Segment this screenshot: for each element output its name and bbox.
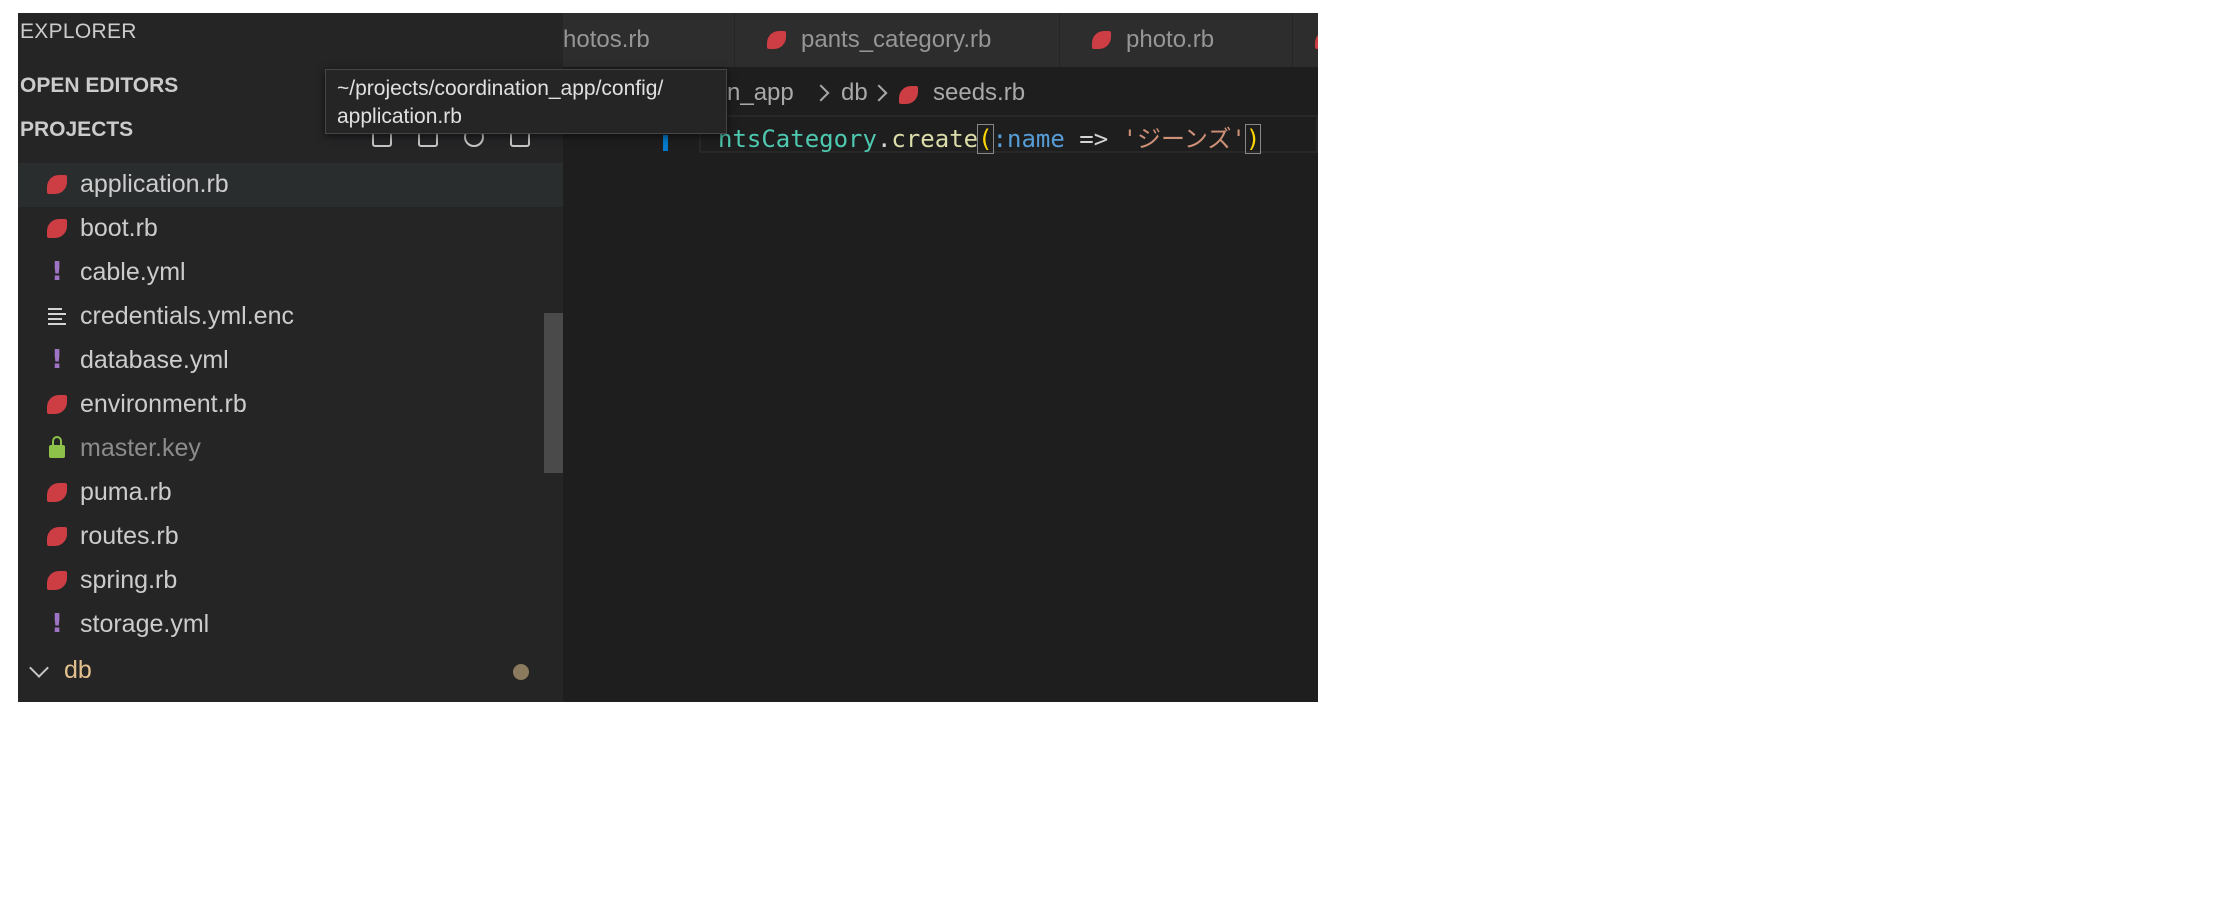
breadcrumb-item-file[interactable]: seeds.rb	[933, 79, 1025, 107]
ruby-file-icon	[1315, 31, 1318, 49]
code-string: 'ジーンズ'	[1122, 125, 1246, 153]
file-row-puma-rb[interactable]: puma.rb	[18, 471, 563, 515]
breadcrumb-separator-icon	[812, 84, 830, 102]
ruby-file-icon	[44, 171, 70, 197]
file-name: boot.rb	[80, 214, 158, 242]
tab-pants-category-rb[interactable]: pants_category.rb	[735, 13, 1060, 67]
code-class-name: ntsCategory	[718, 125, 877, 153]
sidebar-scrollbar[interactable]	[544, 313, 563, 473]
yaml-file-icon: !	[51, 345, 63, 375]
tab-photo-rb[interactable]: photo.rb	[1060, 13, 1293, 67]
file-name: environment.rb	[80, 390, 247, 418]
code-dot: .	[876, 125, 892, 153]
file-row-application-rb[interactable]: application.rb	[18, 163, 563, 207]
editor-tab-bar: hotos.rb pants_category.rb photo.rb	[563, 13, 1318, 67]
file-name: spring.rb	[80, 566, 178, 594]
file-path-tooltip: ~/projects/coordination_app/config/ appl…	[325, 69, 727, 134]
code-open-paren: (	[977, 124, 994, 154]
tab-label: hotos.rb	[563, 26, 650, 53]
tab-photos-rb[interactable]: hotos.rb	[563, 13, 735, 67]
explorer-title: EXPLORER	[20, 20, 137, 43]
file-row-storage-yml[interactable]: ! storage.yml	[18, 603, 563, 647]
file-row-cable-yml[interactable]: ! cable.yml	[18, 251, 563, 295]
code-editor[interactable]: ntsCategory.create(:name => 'ジーンズ')	[563, 115, 1318, 702]
breadcrumb-item-db[interactable]: db	[841, 79, 868, 107]
file-name: routes.rb	[80, 522, 179, 550]
file-name: application.rb	[80, 170, 229, 198]
file-name: master.key	[80, 434, 201, 462]
modified-dot-icon	[513, 664, 529, 680]
tab-next[interactable]	[1293, 13, 1318, 67]
file-row-master-key[interactable]: master.key	[18, 427, 563, 471]
folder-name: db	[64, 656, 92, 684]
yaml-file-icon: !	[51, 257, 63, 287]
ruby-file-icon	[44, 479, 70, 505]
file-name: cable.yml	[80, 258, 186, 286]
file-name: storage.yml	[80, 610, 210, 638]
tooltip-line-1: ~/projects/coordination_app/config/	[337, 77, 664, 100]
ruby-file-icon	[44, 567, 70, 593]
folder-row-db[interactable]: db	[18, 648, 563, 692]
ruby-file-icon	[44, 215, 70, 241]
code-arrow: =>	[1064, 125, 1123, 153]
file-name: puma.rb	[80, 478, 172, 506]
chevron-down-icon	[29, 658, 49, 678]
code-symbol: :name	[992, 125, 1065, 153]
ruby-file-icon	[767, 31, 786, 49]
lock-icon	[44, 435, 70, 461]
breadcrumb-item-project[interactable]: n_app	[727, 79, 794, 107]
gutter-change-marker	[663, 135, 668, 151]
file-row-database-yml[interactable]: ! database.yml	[18, 339, 563, 383]
ruby-file-icon	[899, 86, 918, 104]
ruby-file-icon	[1092, 31, 1111, 49]
ruby-file-icon	[44, 391, 70, 417]
code-line[interactable]: ntsCategory.create(:name => 'ジーンズ')	[718, 119, 1262, 154]
ruby-file-icon	[44, 523, 70, 549]
tab-label: photo.rb	[1126, 26, 1215, 53]
tooltip-line-2: application.rb	[337, 105, 462, 128]
file-row-spring-rb[interactable]: spring.rb	[18, 559, 563, 603]
code-close-paren: )	[1244, 124, 1262, 154]
vscode-window: EXPLORER OPEN EDITORS PROJECTS applicati…	[18, 13, 1318, 702]
file-row-boot-rb[interactable]: boot.rb	[18, 207, 563, 251]
file-row-routes-rb[interactable]: routes.rb	[18, 515, 563, 559]
file-row-credentials-yml-enc[interactable]: credentials.yml.enc	[18, 295, 563, 339]
code-method: create	[891, 125, 979, 153]
text-file-icon	[44, 303, 70, 329]
file-row-environment-rb[interactable]: environment.rb	[18, 383, 563, 427]
tab-label: pants_category.rb	[801, 26, 992, 53]
projects-section-header[interactable]: PROJECTS	[20, 118, 133, 142]
open-editors-section-header[interactable]: OPEN EDITORS	[20, 74, 178, 98]
file-name: credentials.yml.enc	[80, 302, 294, 330]
breadcrumb-separator-icon	[870, 84, 888, 102]
yaml-file-icon: !	[51, 609, 63, 639]
file-name: database.yml	[80, 346, 229, 374]
